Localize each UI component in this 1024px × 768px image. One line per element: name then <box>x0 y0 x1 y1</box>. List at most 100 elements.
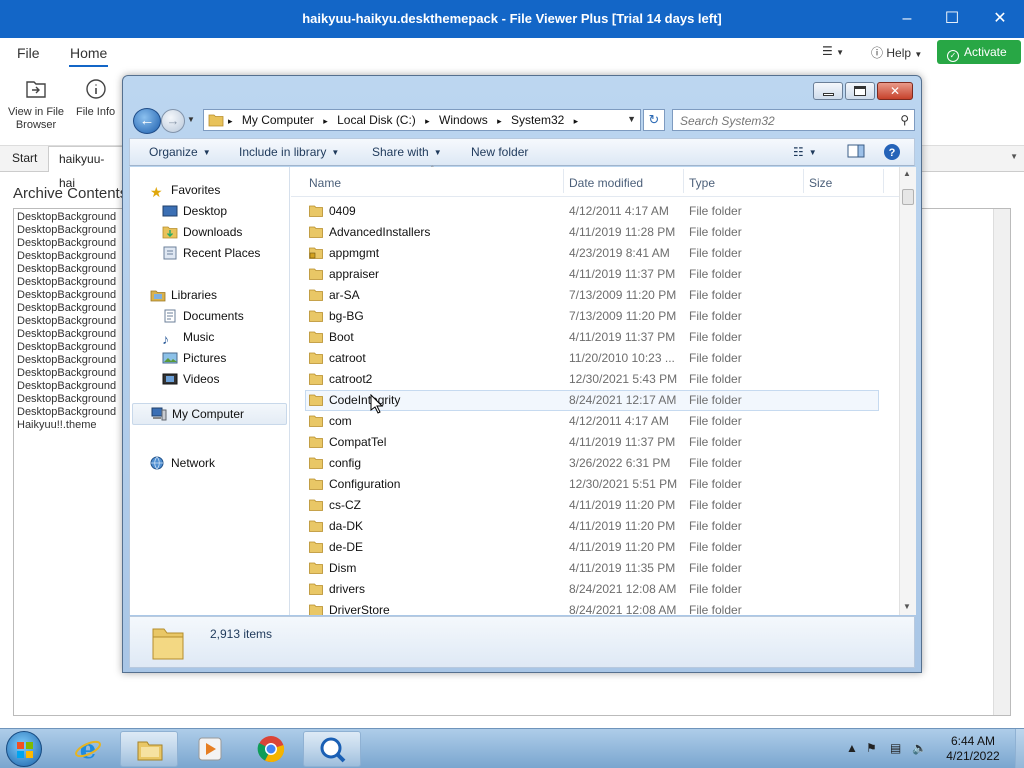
column-divider[interactable] <box>803 169 804 193</box>
archive-item[interactable]: DesktopBackground <box>14 211 124 224</box>
settings-dropdown[interactable]: ☰ ▼ <box>822 44 844 58</box>
file-row[interactable]: Configuration 12/30/2021 5:51 PM File fold… <box>291 474 899 495</box>
activate-button[interactable]: ✓ Activate <box>937 40 1021 64</box>
archive-item[interactable]: DesktopBackground <box>14 406 124 419</box>
refresh-button[interactable]: ↻ <box>643 109 665 131</box>
show-hidden-icons[interactable]: ▲ <box>846 741 858 755</box>
menu-home[interactable]: Home <box>70 45 107 61</box>
search-icon[interactable]: ⚲ <box>900 113 909 127</box>
organize-button[interactable]: Organize ▼ <box>149 145 211 159</box>
nav-favorites[interactable]: ★ Favorites <box>150 183 220 200</box>
archive-item[interactable]: Haikyuu!!.theme <box>14 419 124 432</box>
explorer-close-button[interactable]: ✕ <box>877 82 913 100</box>
breadcrumb-my-computer[interactable]: My Computer <box>242 113 314 127</box>
file-row[interactable]: drivers 8/24/2021 12:08 AM File folder <box>291 579 899 600</box>
share-with-button[interactable]: Share with ▼ <box>372 145 442 159</box>
volume-icon[interactable]: 🔈 <box>912 741 927 755</box>
archive-item[interactable]: DesktopBackground <box>14 341 124 354</box>
include-in-library-button[interactable]: Include in library ▼ <box>239 145 339 159</box>
archive-item[interactable]: DesktopBackground <box>14 328 124 341</box>
archive-item[interactable]: DesktopBackground <box>14 315 124 328</box>
file-row[interactable]: catroot 11/20/2010 10:23 ... File folder <box>291 348 899 369</box>
file-list-scrollbar[interactable]: ▲ ▼ <box>899 167 916 615</box>
archive-item[interactable]: DesktopBackground <box>14 393 124 406</box>
network-tray-icon[interactable]: ▤ <box>890 741 901 755</box>
file-row[interactable]: bg-BG 7/13/2009 11:20 PM File folder <box>291 306 899 327</box>
taskbar-file-viewer-plus[interactable] <box>303 731 361 767</box>
taskbar-chrome[interactable] <box>242 731 300 767</box>
archive-scrollbar[interactable] <box>993 209 1010 715</box>
file-row[interactable]: de-DE 4/11/2019 11:20 PM File folder <box>291 537 899 558</box>
archive-item[interactable]: DesktopBackground <box>14 354 124 367</box>
file-row[interactable]: CompatTel 4/11/2019 11:37 PM File folder <box>291 432 899 453</box>
archive-item[interactable]: DesktopBackground <box>14 302 124 315</box>
column-type[interactable]: Type <box>689 176 715 190</box>
file-row[interactable]: Boot 4/11/2019 11:37 PM File folder <box>291 327 899 348</box>
nav-videos[interactable]: Videos <box>162 372 219 386</box>
nav-music[interactable]: ♪ Music <box>162 330 214 347</box>
show-desktop-button[interactable] <box>1015 729 1024 768</box>
start-button[interactable] <box>6 731 42 767</box>
scroll-down-icon[interactable]: ▼ <box>903 602 911 611</box>
explorer-minimize-button[interactable] <box>813 82 843 100</box>
tab-start[interactable]: Start <box>2 146 47 172</box>
address-dropdown-icon[interactable]: ▼ <box>627 114 636 124</box>
column-divider[interactable] <box>883 169 884 193</box>
archive-item[interactable]: DesktopBackground <box>14 380 124 393</box>
file-row[interactable]: catroot2 12/30/2021 5:43 PM File folder <box>291 369 899 390</box>
archive-item[interactable]: DesktopBackground <box>14 250 124 263</box>
archive-item[interactable]: DesktopBackground <box>14 367 124 380</box>
column-divider[interactable] <box>563 169 564 193</box>
file-info-button[interactable]: File Info <box>76 78 115 119</box>
history-dropdown-icon[interactable]: ▼ <box>187 115 195 124</box>
preview-pane-button[interactable] <box>847 143 865 162</box>
nav-desktop[interactable]: Desktop <box>162 204 227 218</box>
file-row[interactable]: cs-CZ 4/11/2019 11:20 PM File folder <box>291 495 899 516</box>
nav-pictures[interactable]: Pictures <box>162 351 226 365</box>
file-row[interactable]: AdvancedInstallers 4/11/2019 11:28 PM File… <box>291 222 899 243</box>
file-row[interactable]: appmgmt 4/23/2019 8:41 AM File folder <box>291 243 899 264</box>
scroll-thumb[interactable] <box>902 189 914 205</box>
explorer-maximize-button[interactable] <box>845 82 875 100</box>
menu-file[interactable]: File <box>17 45 40 61</box>
nav-documents[interactable]: Documents <box>162 309 244 323</box>
taskbar-media-player[interactable] <box>181 731 239 767</box>
action-center-icon[interactable]: ⚑ <box>866 741 877 755</box>
taskbar-file-explorer[interactable] <box>120 731 178 767</box>
file-row[interactable]: com 4/12/2011 4:17 AM File folder <box>291 411 899 432</box>
breadcrumb-windows[interactable]: Windows <box>439 113 488 127</box>
nav-my-computer[interactable]: My Computer <box>132 403 287 425</box>
breadcrumb-system32[interactable]: System32 <box>511 113 564 127</box>
file-row[interactable]: da-DK 4/11/2019 11:20 PM File folder <box>291 516 899 537</box>
back-button[interactable]: ← <box>133 108 161 134</box>
column-name[interactable]: Name <box>309 176 341 190</box>
help-menu[interactable]: ⓘ Help ▼ <box>871 44 922 61</box>
minimize-button[interactable]: – <box>890 7 924 31</box>
file-row[interactable]: 0409 4/12/2011 4:17 AM File folder <box>291 201 899 222</box>
nav-recent-places[interactable]: Recent Places <box>162 246 260 260</box>
taskbar-internet-explorer[interactable]: e <box>59 731 117 767</box>
file-row[interactable]: Dism 4/11/2019 11:35 PM File folder <box>291 558 899 579</box>
breadcrumb-local-disk[interactable]: Local Disk (C:) <box>337 113 416 127</box>
archive-item[interactable]: DesktopBackground <box>14 224 124 237</box>
help-button[interactable]: ? <box>883 143 901 164</box>
file-row[interactable]: config 3/26/2022 6:31 PM File folder <box>291 453 899 474</box>
search-box[interactable]: Search System32 ⚲ <box>672 109 915 131</box>
file-row[interactable]: CodeIntegrity 8/24/2021 12:17 AM File fold… <box>305 390 879 411</box>
close-button[interactable]: ✕ <box>983 7 1017 31</box>
scroll-up-icon[interactable]: ▲ <box>903 169 911 178</box>
address-bar[interactable]: ▸ My Computer ▸ Local Disk (C:) ▸ Window… <box>203 109 641 131</box>
column-size[interactable]: Size <box>809 176 832 190</box>
archive-item[interactable]: DesktopBackground <box>14 237 124 250</box>
tab-haikyuu[interactable]: haikyuu-hai <box>48 146 124 190</box>
file-row[interactable]: ar-SA 7/13/2009 11:20 PM File folder <box>291 285 899 306</box>
nav-network[interactable]: Network <box>150 456 215 470</box>
system-clock[interactable]: 6:44 AM 4/21/2022 <box>933 734 1013 764</box>
forward-button[interactable]: → <box>161 109 185 133</box>
column-date-modified[interactable]: Date modified <box>569 176 643 190</box>
archive-item[interactable]: DesktopBackground <box>14 289 124 302</box>
file-row[interactable]: appraiser 4/11/2019 11:37 PM File folder <box>291 264 899 285</box>
archive-item[interactable]: DesktopBackground <box>14 276 124 289</box>
view-in-file-browser-button[interactable]: View in File Browser <box>8 78 64 132</box>
nav-libraries[interactable]: Libraries <box>150 288 217 302</box>
